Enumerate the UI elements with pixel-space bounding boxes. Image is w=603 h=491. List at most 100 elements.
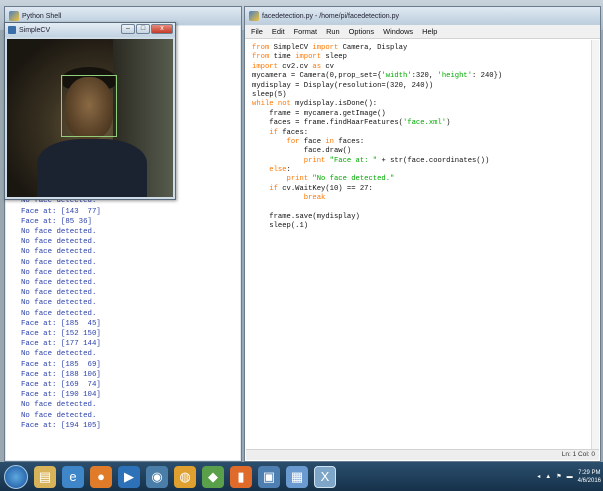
shell-output-line: Face at: [152 150] (21, 330, 101, 339)
code-token: : (286, 166, 291, 175)
shell-output-line: No face detected. (21, 309, 97, 318)
start-button[interactable] (4, 464, 28, 489)
clock[interactable]: 7:29 PM 4/6/2016 (578, 469, 601, 485)
terminal-icon[interactable]: ▦ (286, 465, 308, 488)
network-status-icon[interactable]: ▲ (545, 474, 551, 480)
shell-output-line: No face detected. (21, 268, 97, 277)
shell-output: Face at: [207 101]No face detected.No fa… (21, 176, 101, 431)
menu-file[interactable]: File (251, 27, 263, 36)
code-token: while not (252, 100, 291, 109)
flag-icon[interactable]: ⚑ (556, 473, 561, 480)
code-token: import (252, 62, 278, 71)
code-line: break (252, 194, 591, 203)
shell-output-line: No face detected. (21, 248, 97, 257)
shell-title: Python Shell (22, 12, 62, 20)
editor-menubar: File Edit Format Run Options Windows Help (245, 25, 600, 39)
code-token: + str(face.coordinates()) (377, 156, 490, 165)
code-line: from time import sleep (252, 53, 591, 62)
shell-output-line: No face detected. (21, 238, 97, 247)
editor-scrollbar[interactable] (591, 40, 599, 449)
code-token: print (303, 156, 326, 165)
code-token: mydisplay.isDone(): (290, 100, 378, 109)
code-token: as (312, 62, 322, 71)
maximize-button[interactable]: □ (136, 24, 150, 34)
shell-output-line: Face at: [143 77] (21, 207, 101, 216)
python-shell-taskbar-icon[interactable]: ▣ (258, 465, 280, 488)
code-token: 'height' (437, 72, 473, 81)
simplecv-app-icon (8, 26, 16, 34)
minimize-button[interactable]: – (121, 24, 135, 34)
code-token: face.draw() (252, 147, 352, 156)
code-token: frame = mycamera.getImage() (252, 109, 386, 118)
pdf-icon[interactable]: ▮ (230, 465, 252, 488)
shell-output-line: No face detected. (21, 258, 97, 267)
code-token: cv2.cv (277, 62, 313, 71)
menu-options[interactable]: Options (349, 27, 374, 36)
code-token: in (325, 137, 334, 146)
code-token: : 240}) (472, 72, 503, 81)
menu-edit[interactable]: Edit (272, 27, 285, 36)
code-line: print "No face detected." (252, 175, 591, 184)
code-token: if (269, 184, 278, 193)
menu-windows[interactable]: Windows (383, 27, 413, 36)
code-line: for face in faces: (252, 138, 591, 147)
code-line: frame = mycamera.getImage() (252, 110, 591, 119)
close-button[interactable]: x (151, 24, 173, 34)
battery-icon[interactable]: ▬ (567, 474, 573, 480)
code-line: face.draw() (252, 147, 591, 156)
code-token: frame.save(mydisplay) (252, 213, 360, 222)
code-token: cv (321, 62, 334, 71)
shell-output-line: No face detected. (21, 299, 97, 308)
code-editor[interactable]: from SimpleCV import Camera, Display from… (246, 40, 591, 449)
simplecv-window: SimpleCV – □ x (4, 22, 176, 200)
code-token: print (286, 175, 309, 184)
shell-output-line: Face at: [194 105] (21, 421, 101, 430)
app-icon[interactable]: ◆ (202, 465, 224, 488)
python-icon (9, 11, 19, 21)
shell-output-line: Face at: [177 144] (21, 340, 101, 349)
editor-titlebar[interactable]: facedetection.py - /home/pi/facedetectio… (245, 7, 600, 25)
shell-output-line: No face detected. (21, 289, 97, 298)
simplecv-titlebar[interactable]: SimpleCV – □ x (5, 23, 175, 37)
code-token: from (252, 53, 270, 62)
code-token: sleep (321, 53, 347, 62)
network-icon[interactable]: ◉ (146, 465, 168, 488)
face-detection-box (61, 75, 117, 137)
shell-output-line: Face at: [185 45] (21, 319, 101, 328)
code-token: "No face detected." (312, 175, 395, 184)
code-token: time (269, 53, 296, 62)
taskbar: ▤ e ● ▶ ◉ ◍ ◆ ▮ ▣ ▦ X ◂ ▲ ⚑ ▬ 7:29 PM 4/… (0, 462, 603, 491)
xming-icon[interactable]: X (314, 465, 336, 488)
clock-date: 4/6/2016 (577, 477, 601, 484)
code-line: print "Face at: " + str(face.coordinates… (252, 157, 591, 166)
chrome-icon[interactable]: ◍ (174, 465, 196, 488)
editor-window: facedetection.py - /home/pi/facedetectio… (244, 6, 601, 462)
shell-output-line: Face at: [190 104] (21, 391, 101, 400)
code-token: break (303, 194, 326, 203)
code-line: mycamera = Camera(0,prop_set={'width':32… (252, 72, 591, 81)
camera-feed (7, 39, 173, 197)
volume-icon[interactable]: ◂ (537, 473, 540, 480)
code-line: if cv.WaitKey(10) == 27: (252, 185, 591, 194)
code-token: sleep(5) (252, 90, 287, 99)
menu-format[interactable]: Format (294, 27, 317, 36)
system-tray: ◂ ▲ ⚑ ▬ 7:29 PM 4/6/2016 (537, 462, 601, 491)
shell-output-line: Face at: [185 69] (21, 360, 101, 369)
code-token: cv.WaitKey(10) == 27: (277, 184, 373, 193)
menu-help[interactable]: Help (422, 27, 437, 36)
media-player-icon[interactable]: ▶ (118, 465, 140, 488)
file-explorer-icon[interactable]: ▤ (34, 465, 56, 488)
code-token: else (269, 166, 287, 175)
cursor-position: Ln: 1 Col: 0 (561, 451, 595, 458)
code-line: faces = frame.findHaarFeatures('face.xml… (252, 119, 591, 128)
internet-explorer-icon[interactable]: e (62, 465, 84, 488)
firefox-icon[interactable]: ● (90, 465, 112, 488)
code-line: from SimpleCV import Camera, Display (252, 44, 591, 53)
menu-run[interactable]: Run (326, 27, 340, 36)
code-token: faces: (334, 137, 365, 146)
code-token: mydisplay = Display(resolution=(320, 240… (252, 81, 434, 90)
